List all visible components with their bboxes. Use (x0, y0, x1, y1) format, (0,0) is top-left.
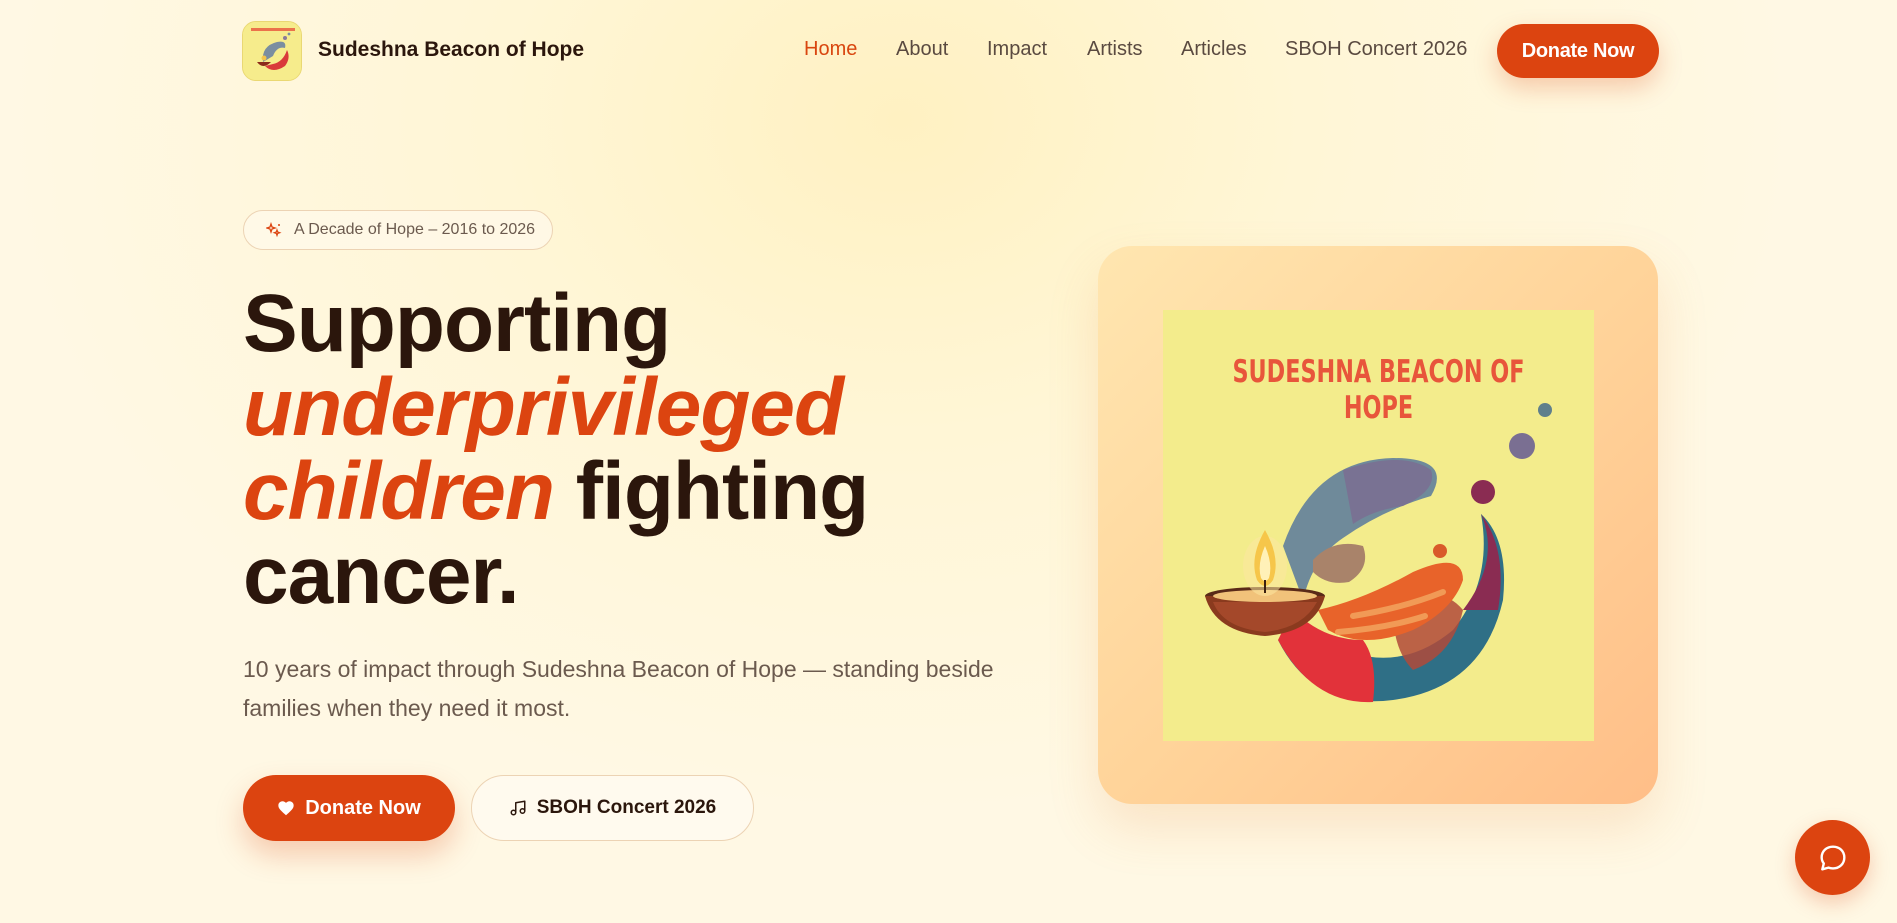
hero-donate-label: Donate Now (305, 796, 421, 819)
nav-item-home[interactable]: Home (804, 38, 857, 61)
nav-item-artists[interactable]: Artists (1087, 38, 1143, 61)
chat-bubble-icon (1819, 844, 1846, 871)
decade-badge: A Decade of Hope – 2016 to 2026 (243, 210, 553, 250)
nav-item-articles[interactable]: Articles (1181, 38, 1247, 61)
hero-artwork-card: SUDESHNA BEACON OF HOPE (1098, 246, 1658, 804)
logo[interactable] (242, 21, 302, 81)
logo-artwork-icon (243, 22, 301, 80)
headline-line1: Supporting (243, 278, 671, 369)
music-note-icon (510, 800, 526, 816)
decade-badge-text: A Decade of Hope – 2016 to 2026 (294, 221, 536, 238)
headline-line3-rest: fighting (553, 446, 870, 537)
sparkle-icon (266, 222, 282, 238)
hero-subtitle: 10 years of impact through Sudeshna Beac… (243, 656, 994, 721)
hero-concert-label: SBOH Concert 2026 (536, 797, 717, 818)
brand-name[interactable]: Sudeshna Beacon of Hope (318, 38, 584, 62)
hero-concert-button[interactable]: SBOH Concert 2026 (471, 775, 754, 841)
site-header: Sudeshna Beacon of Hope Home About Impac… (0, 0, 1897, 100)
diya-hands-illustration-icon (1205, 403, 1552, 703)
hero-donate-button[interactable]: Donate Now (243, 775, 455, 841)
nav-item-impact[interactable]: Impact (987, 38, 1047, 61)
nav-item-concert[interactable]: SBOH Concert 2026 (1285, 38, 1467, 61)
headline-accent-2: children (243, 446, 555, 537)
hero-artwork: SUDESHNA BEACON OF HOPE (1163, 310, 1594, 741)
nav-item-about[interactable]: About (896, 38, 948, 61)
chat-button[interactable] (1795, 820, 1870, 895)
heart-icon (278, 801, 294, 816)
header-donate-button[interactable]: Donate Now (1497, 24, 1659, 78)
hero-headline: Supporting underprivileged children figh… (243, 282, 1023, 618)
headline-line4: cancer. (243, 530, 520, 621)
headline-accent-1: underprivileged (243, 362, 844, 453)
